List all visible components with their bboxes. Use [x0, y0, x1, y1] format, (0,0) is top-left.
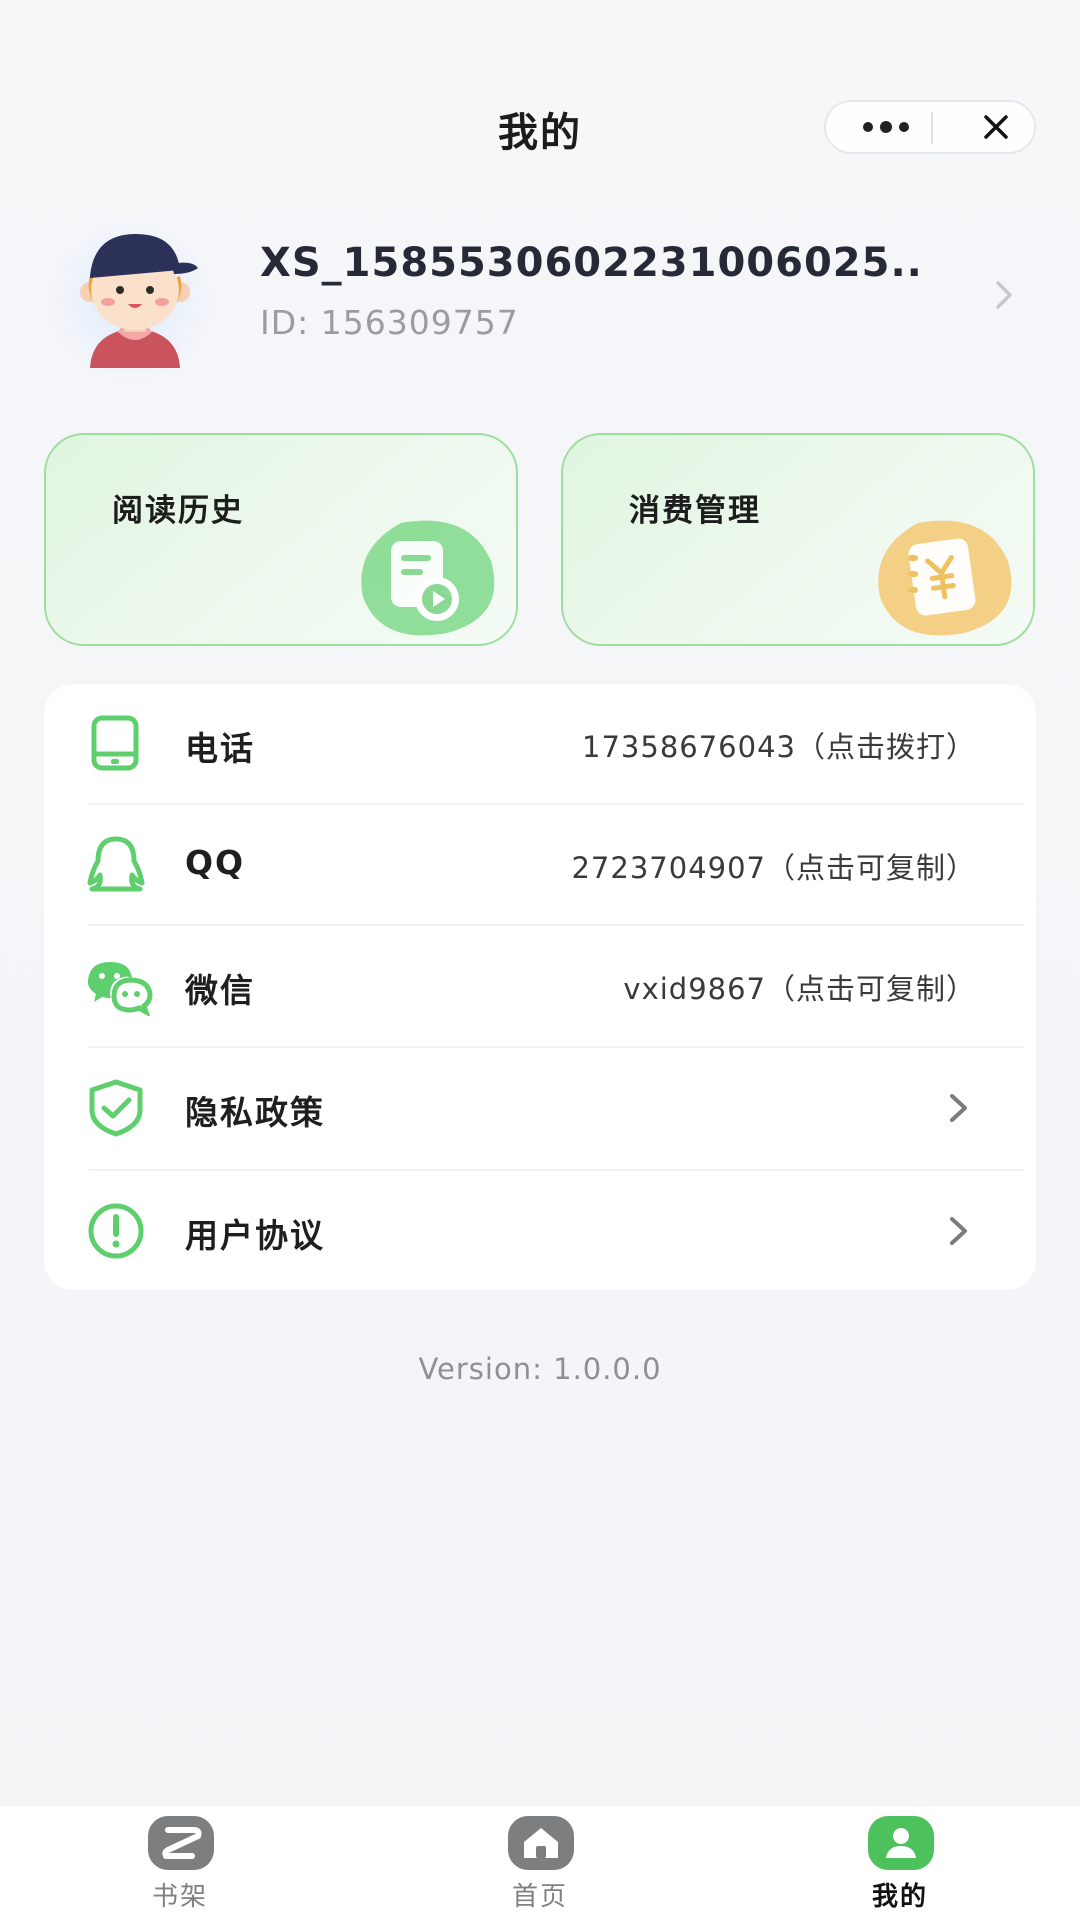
qq-value[interactable]: 2723704907（点击可复制）	[571, 845, 976, 887]
list-item-wechat[interactable]: 微信 vxid9867（点击可复制）	[44, 926, 1036, 1046]
mini-program-capsule	[824, 100, 1036, 154]
user-icon	[868, 1816, 934, 1870]
list-item-qq[interactable]: QQ 2723704907（点击可复制）	[44, 805, 1036, 925]
chevron-right-icon	[944, 1211, 974, 1251]
list-item-user-agreement[interactable]: 用户协议	[44, 1171, 1036, 1291]
phone-icon	[84, 714, 148, 774]
qq-icon	[84, 835, 148, 895]
profile-chevron-right-icon[interactable]	[990, 275, 1020, 315]
phone-label: 电话	[185, 729, 255, 768]
tab-bookshelf[interactable]: 书架	[80, 1806, 280, 1921]
list-item-phone[interactable]: 电话 17358676043（点击拨打）	[44, 684, 1036, 804]
home-icon	[508, 1816, 574, 1870]
contact-info-list: 电话 17358676043（点击拨打） QQ 2723704907（点击可复制…	[44, 684, 1036, 1290]
bookshelf-icon	[148, 1816, 214, 1870]
qq-label: QQ	[185, 843, 246, 882]
spending-management-card[interactable]: 消费管理	[561, 433, 1035, 646]
user-agreement-label: 用户协议	[185, 1216, 325, 1255]
wechat-icon	[84, 956, 154, 1018]
user-id: ID: 156309757	[260, 303, 519, 342]
tab-home-label: 首页	[511, 1882, 568, 1912]
tab-mine[interactable]: 我的	[800, 1806, 1000, 1921]
close-button[interactable]	[966, 102, 1026, 152]
wallet-yen-icon	[868, 515, 1018, 639]
reading-history-label: 阅读历史	[112, 493, 244, 529]
app-version: Version: 1.0.0.0	[418, 1352, 662, 1386]
capsule-divider	[931, 112, 933, 144]
privacy-policy-label: 隐私政策	[185, 1093, 325, 1132]
wechat-label: 微信	[185, 971, 255, 1010]
exclamation-circle-icon	[84, 1201, 148, 1261]
shield-check-icon	[84, 1078, 148, 1138]
more-options-button[interactable]	[856, 102, 916, 152]
wechat-value[interactable]: vxid9867（点击可复制）	[623, 966, 976, 1008]
boy-avatar-icon	[80, 234, 198, 368]
avatar[interactable]	[60, 220, 210, 370]
chevron-right-icon	[944, 1088, 974, 1128]
bottom-tab-bar: 书架 首页 我的	[0, 1805, 1080, 1921]
spending-management-label: 消费管理	[629, 493, 761, 529]
more-dots-icon	[863, 122, 873, 132]
list-item-privacy-policy[interactable]: 隐私政策	[44, 1048, 1036, 1168]
tab-bookshelf-label: 书架	[151, 1882, 208, 1912]
reading-history-card[interactable]: 阅读历史	[44, 433, 518, 646]
phone-value[interactable]: 17358676043（点击拨打）	[582, 724, 976, 766]
tab-mine-label: 我的	[871, 1882, 928, 1912]
close-icon	[984, 115, 1008, 139]
reading-history-icon	[351, 515, 501, 639]
username[interactable]: XS_1585530602231006025...	[260, 240, 920, 286]
tab-home[interactable]: 首页	[440, 1806, 640, 1921]
